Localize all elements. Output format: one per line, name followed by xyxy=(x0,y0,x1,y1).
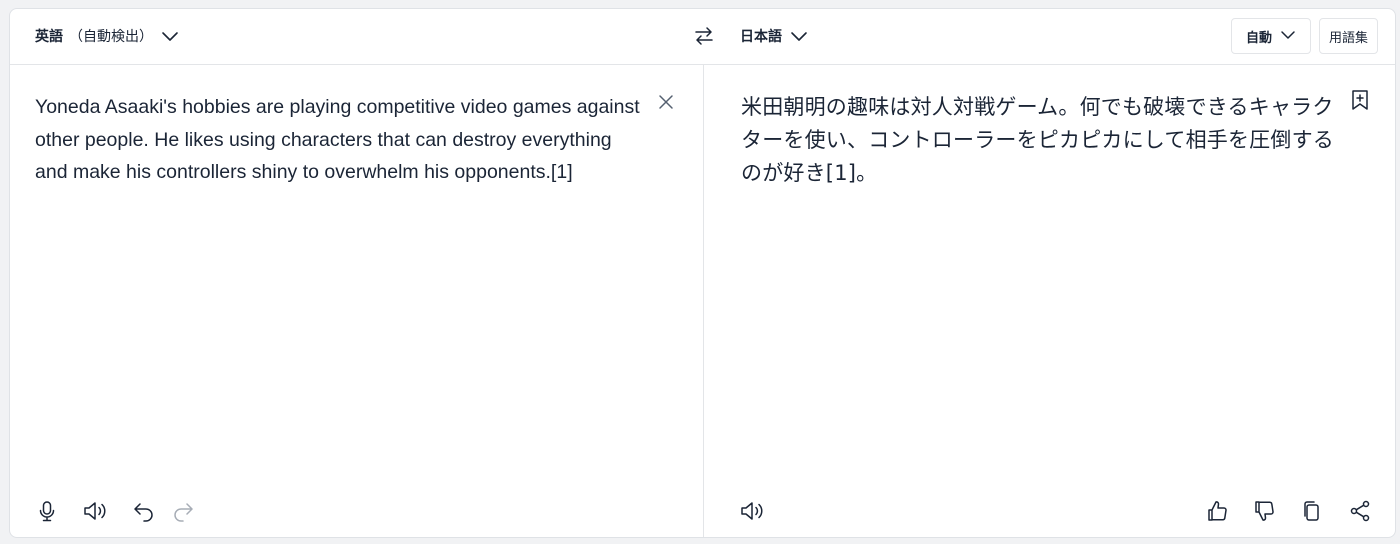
speaker-icon xyxy=(82,499,108,523)
target-language-name: 日本語 xyxy=(740,29,782,45)
translation-output: 米田朝明の趣味は対人対戦ゲーム。何でも破壊できるキャラクターを使い、コントローラ… xyxy=(741,95,1334,185)
dictation-button[interactable] xyxy=(35,499,59,523)
undo-button[interactable] xyxy=(132,499,156,523)
listen-source-button[interactable] xyxy=(82,499,108,523)
rate-good-button[interactable] xyxy=(1205,499,1229,523)
glossary-button[interactable]: 用語集 xyxy=(1319,18,1378,54)
speaker-icon xyxy=(739,499,765,523)
share-button[interactable] xyxy=(1348,499,1372,523)
swap-languages-button[interactable] xyxy=(693,25,715,51)
close-icon xyxy=(658,94,674,110)
add-note-icon xyxy=(1350,89,1370,111)
chevron-down-icon xyxy=(1280,29,1296,44)
microphone-icon xyxy=(35,499,59,523)
panel-divider xyxy=(703,65,704,537)
auto-detect-label: （自動検出） xyxy=(69,29,153,45)
formality-label: 自動 xyxy=(1245,30,1272,46)
copy-icon xyxy=(1300,499,1324,523)
listen-translation-button[interactable] xyxy=(739,499,765,523)
glossary-label: 用語集 xyxy=(1328,30,1368,46)
add-to-notes-button[interactable] xyxy=(1349,89,1371,111)
rate-bad-button[interactable] xyxy=(1252,499,1276,523)
thumbs-up-icon xyxy=(1205,499,1229,523)
source-language-name: 英語 xyxy=(35,29,63,45)
translator-card: 英語 （自動検出） 日本語 自動 用語集 Yoneda Asaaki's hob… xyxy=(9,8,1396,538)
swap-icon xyxy=(693,27,715,51)
redo-icon xyxy=(171,499,195,523)
copy-button[interactable] xyxy=(1300,499,1324,523)
thumbs-down-icon xyxy=(1252,499,1276,523)
target-language-selector[interactable]: 日本語 xyxy=(740,26,808,46)
clear-text-button[interactable] xyxy=(656,92,676,112)
language-bar: 英語 （自動検出） 日本語 自動 用語集 xyxy=(10,9,1395,65)
share-icon xyxy=(1348,499,1372,523)
source-language-selector[interactable]: 英語 （自動検出） xyxy=(35,26,179,46)
formality-selector[interactable]: 自動 xyxy=(1231,18,1311,54)
undo-icon xyxy=(132,499,156,523)
source-textarea[interactable]: Yoneda Asaaki's hobbies are playing comp… xyxy=(35,91,645,189)
redo-button[interactable] xyxy=(171,499,195,523)
chevron-down-icon xyxy=(161,27,179,46)
chevron-down-icon xyxy=(790,27,808,46)
